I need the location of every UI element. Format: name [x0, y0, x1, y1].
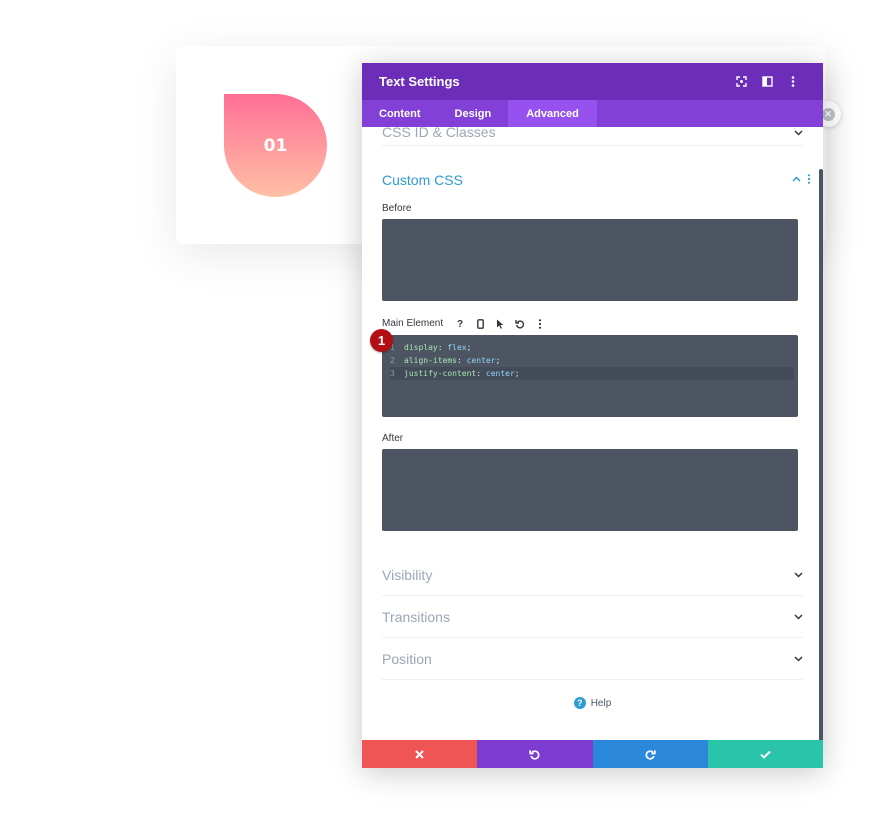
fullscreen-icon — [735, 76, 747, 87]
chevron-down-icon — [794, 128, 803, 137]
code-line: 1 display: flex; — [390, 343, 472, 352]
undo-button[interactable] — [477, 740, 593, 768]
save-button[interactable] — [707, 740, 823, 768]
section-position[interactable]: Position — [382, 638, 803, 680]
collapsed-sections: Visibility Transitions Position — [362, 554, 823, 680]
modal-body: CSS ID & Classes Custom CSS Before Main … — [362, 127, 823, 740]
section-title: Position — [382, 650, 432, 667]
modal-header: Text Settings — [362, 63, 823, 100]
code-line: 2 align-items: center; — [390, 356, 501, 365]
reset-icon[interactable] — [512, 316, 528, 332]
tab-design[interactable]: Design — [438, 100, 509, 127]
help-circle-icon: ? — [573, 697, 586, 709]
modal-footer — [362, 740, 823, 768]
section-visibility[interactable]: Visibility — [382, 554, 803, 596]
before-css-editor[interactable] — [382, 219, 798, 301]
before-label: Before — [382, 203, 412, 214]
chevron-down-icon — [794, 654, 803, 663]
main-element-tools: ? — [452, 316, 548, 332]
undo-icon — [529, 749, 540, 760]
redo-button[interactable] — [592, 740, 708, 768]
after-css-editor[interactable] — [382, 449, 798, 531]
step-badge: 1 — [370, 329, 393, 352]
redo-icon — [645, 749, 656, 760]
main-element-css-editor[interactable]: 1 display: flex; 2 align-items: center; … — [382, 335, 798, 417]
vertical-dots-icon[interactable] — [807, 174, 811, 184]
tab-content[interactable]: Content — [362, 100, 438, 127]
help-label: Help — [590, 697, 612, 709]
section-title: Visibility — [382, 566, 433, 583]
modal-title: Text Settings — [379, 74, 460, 89]
section-title: Transitions — [382, 608, 450, 625]
text-settings-modal: Text Settings Content Design Advanced CS… — [362, 63, 823, 768]
chevron-up-icon[interactable] — [792, 175, 801, 184]
vertical-dots-icon[interactable] — [532, 316, 548, 332]
after-label: After — [382, 433, 404, 444]
main-element-label: Main Element — [382, 318, 444, 329]
more-options-button[interactable] — [780, 72, 806, 92]
section-css-id-classes[interactable]: CSS ID & Classes — [382, 127, 803, 146]
fullscreen-button[interactable] — [728, 72, 754, 92]
close-icon — [415, 749, 424, 759]
drop-number: 01 — [263, 135, 288, 156]
section-transitions[interactable]: Transitions — [382, 596, 803, 638]
chevron-down-icon — [794, 612, 803, 621]
close-icon: ✕ — [821, 107, 835, 121]
modal-tabs: Content Design Advanced — [362, 100, 823, 127]
chevron-down-icon — [794, 570, 803, 579]
mobile-icon[interactable] — [472, 316, 488, 332]
custom-css-title[interactable]: Custom CSS — [382, 172, 463, 188]
sidebar-toggle-button[interactable] — [754, 72, 780, 92]
modal-scrollbar[interactable] — [819, 169, 823, 746]
split-view-icon — [761, 76, 773, 87]
custom-css-actions — [792, 174, 811, 184]
help-link[interactable]: ? Help — [362, 697, 823, 709]
section-title: CSS ID & Classes — [382, 127, 496, 140]
vertical-dots-icon — [791, 76, 795, 87]
help-icon[interactable]: ? — [452, 316, 468, 332]
discard-button[interactable] — [362, 740, 478, 768]
number-drop-shape: 01 — [224, 94, 327, 197]
code-lines: 1 display: flex; 2 align-items: center; … — [390, 341, 794, 380]
cursor-icon[interactable] — [492, 316, 508, 332]
check-icon — [760, 750, 771, 759]
code-line-active: 3 justify-content: center; — [390, 367, 794, 380]
tab-advanced[interactable]: Advanced — [508, 100, 597, 127]
